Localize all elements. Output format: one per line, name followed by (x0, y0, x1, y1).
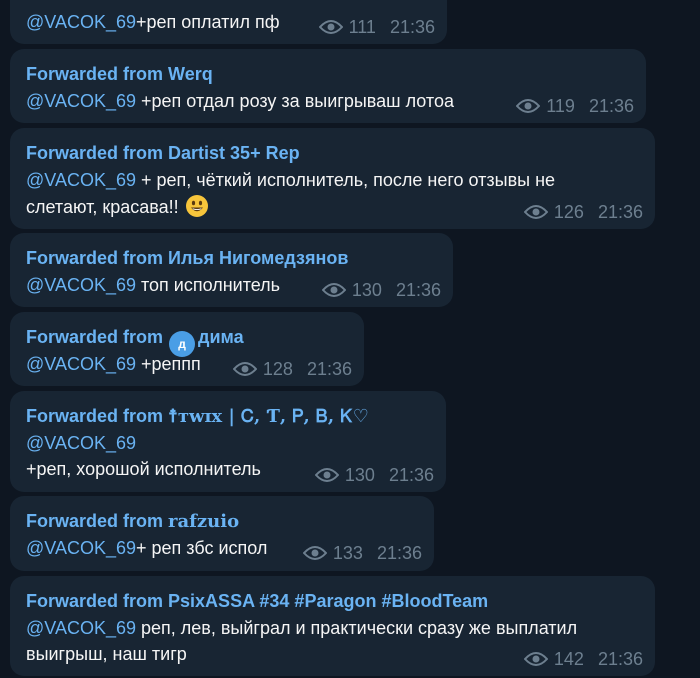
forward-header[interactable]: Forwarded from Илья Нигомедзянов (26, 246, 348, 270)
view-count: 128 (262, 359, 293, 379)
user-mention-link[interactable]: @VACOK_69 (26, 618, 136, 638)
message-text-line: слетают, красава!! (26, 194, 209, 218)
forward-header[interactable]: Forwarded from ☨ᴛᴡɪx | Ꮯ, Ƭ, Ꮲ, Ᏼ, Ꮶ♡ (26, 404, 369, 428)
message-text-line: +реп, хорошой исполнитель (26, 457, 261, 481)
message-text-line: @VACOK_69 (26, 431, 136, 455)
forward-author-link[interactable]: ☨ᴛᴡɪx | Ꮯ, Ƭ, Ꮲ, Ᏼ, Ꮶ♡ (168, 406, 369, 427)
eye-icon (321, 283, 346, 297)
message-text: + реп збс испол (136, 538, 268, 558)
forward-header[interactable]: Forwarded from 𝐫𝐚𝐟𝐳𝐮𝐢𝐨 (26, 509, 239, 533)
message-time: 21:36 (597, 649, 643, 669)
forward-prefix: Forwarded from (26, 591, 164, 611)
eye-icon (523, 652, 548, 666)
message-meta: 111 21:36 (318, 16, 435, 38)
eye-icon (302, 546, 327, 560)
user-mention-link[interactable]: @VACOK_69 (26, 275, 136, 295)
forward-header[interactable]: Forwarded from Dartist 35+ Rep (26, 141, 300, 165)
message-meta: 130 21:36 (321, 279, 441, 301)
forward-author-link[interactable]: Илья Нигомедзянов (168, 248, 348, 268)
message-text: слетают, красава!! (26, 197, 179, 217)
message-time: 21:36 (306, 359, 352, 379)
message-text: + реп, чёткий исполнитель, после него от… (136, 170, 556, 190)
view-count: 130 (351, 280, 382, 300)
view-count: 126 (553, 202, 584, 222)
message-text: +реппп (136, 354, 201, 374)
message-text-line: @VACOK_69+ реп збс испол (26, 536, 267, 560)
eye-icon (516, 99, 541, 113)
message-text: +реп оплатил пф (136, 12, 280, 32)
view-count: 111 (348, 17, 376, 37)
view-count: 142 (553, 649, 584, 669)
user-mention-link[interactable]: @VACOK_69 (26, 91, 136, 111)
eye-icon (314, 468, 339, 482)
message-bubble[interactable]: @VACOK_69+реп оплатил пф 111 21:36 (10, 0, 447, 44)
message-bubble[interactable]: Forwarded from PsixASSA #34 #Paragon #Bl… (10, 576, 655, 676)
forward-prefix: Forwarded from (26, 143, 164, 163)
forward-prefix: Forwarded from (26, 327, 164, 347)
view-count: 119 (546, 96, 575, 116)
smiling-face-emoji (185, 195, 208, 217)
message-time: 21:36 (388, 465, 434, 485)
message-bubble[interactable]: Forwarded from Илья Нигомедзянов @VACOK_… (10, 233, 453, 307)
message-bubble[interactable]: Forwarded from ☨ᴛᴡɪx | Ꮯ, Ƭ, Ꮲ, Ᏼ, Ꮶ♡ @V… (10, 391, 446, 492)
eye-icon (523, 205, 548, 219)
message-meta: 119 21:36 (516, 95, 634, 117)
message-bubble[interactable]: Forwarded from Werq @VACOK_69 +реп отдал… (10, 49, 646, 123)
forward-prefix: Forwarded from (26, 64, 164, 84)
message-text-line: @VACOK_69 +реп отдал розу за выигрываш л… (26, 89, 454, 113)
eye-icon (318, 20, 343, 34)
message-meta: 142 21:36 (523, 648, 643, 670)
view-count: 130 (344, 465, 375, 485)
message-text: реп, лев, выйграл и практически сразу же… (136, 618, 578, 638)
view-count: 133 (332, 543, 363, 563)
message-meta: 128 21:36 (232, 358, 352, 380)
message-text-line: @VACOK_69 + реп, чёткий исполнитель, пос… (26, 168, 555, 192)
message-bubble[interactable]: Forwarded from Dartist 35+ Rep @VACOK_69… (10, 128, 655, 229)
user-mention-link[interactable]: @VACOK_69 (26, 354, 136, 374)
message-bubble[interactable]: Forwarded from д дима @VACOK_69 +реппп 128… (10, 312, 364, 386)
message-text-line: @VACOK_69 +реппп (26, 352, 201, 376)
message-bubble[interactable]: Forwarded from 𝐫𝐚𝐟𝐳𝐮𝐢𝐨 @VACOK_69+ реп зб… (10, 496, 434, 571)
message-time: 21:36 (588, 96, 634, 116)
message-meta: 126 21:36 (523, 201, 643, 223)
message-time: 21:36 (597, 202, 643, 222)
user-mention-link[interactable]: @VACOK_69 (26, 538, 136, 558)
forward-header[interactable]: Forwarded from PsixASSA #34 #Paragon #Bl… (26, 589, 488, 613)
forward-prefix: Forwarded from (26, 511, 164, 531)
message-meta: 133 21:36 (302, 542, 422, 564)
user-mention-link[interactable]: @VACOK_69 (26, 12, 136, 32)
message-text: выигрыш, наш тигр (26, 644, 187, 664)
forward-header[interactable]: Forwarded from д дима (26, 325, 244, 357)
message-text: топ исполнитель (136, 275, 281, 295)
forward-prefix: Forwarded from (26, 248, 164, 268)
forward-author-link[interactable]: Dartist 35+ Rep (168, 143, 300, 163)
forward-prefix: Forwarded from (26, 406, 164, 426)
forward-author-link[interactable]: Werq (168, 64, 213, 84)
user-mention-link[interactable]: @VACOK_69 (26, 433, 136, 453)
user-mention-link[interactable]: @VACOK_69 (26, 170, 136, 190)
message-text-line: @VACOK_69 реп, лев, выйграл и практическ… (26, 616, 577, 640)
forward-header[interactable]: Forwarded from Werq (26, 62, 213, 86)
message-text-line: @VACOK_69 топ исполнитель (26, 273, 280, 297)
forward-author-link[interactable]: 𝐫𝐚𝐟𝐳𝐮𝐢𝐨 (168, 511, 239, 532)
message-time: 21:36 (376, 543, 422, 563)
message-text-line: выигрыш, наш тигр (26, 642, 187, 666)
message-text-line: @VACOK_69+реп оплатил пф (26, 10, 280, 34)
forward-author-link[interactable]: дима (198, 327, 244, 347)
message-time: 21:36 (389, 17, 435, 37)
forward-author-link[interactable]: PsixASSA #34 #Paragon #BloodTeam (168, 591, 488, 611)
message-text: +реп отдал розу за выигрываш лотоа (136, 91, 454, 111)
message-time: 21:36 (395, 280, 441, 300)
message-meta: 130 21:36 (314, 464, 434, 486)
message-text: +реп, хорошой исполнитель (26, 459, 261, 479)
eye-icon (232, 362, 257, 376)
